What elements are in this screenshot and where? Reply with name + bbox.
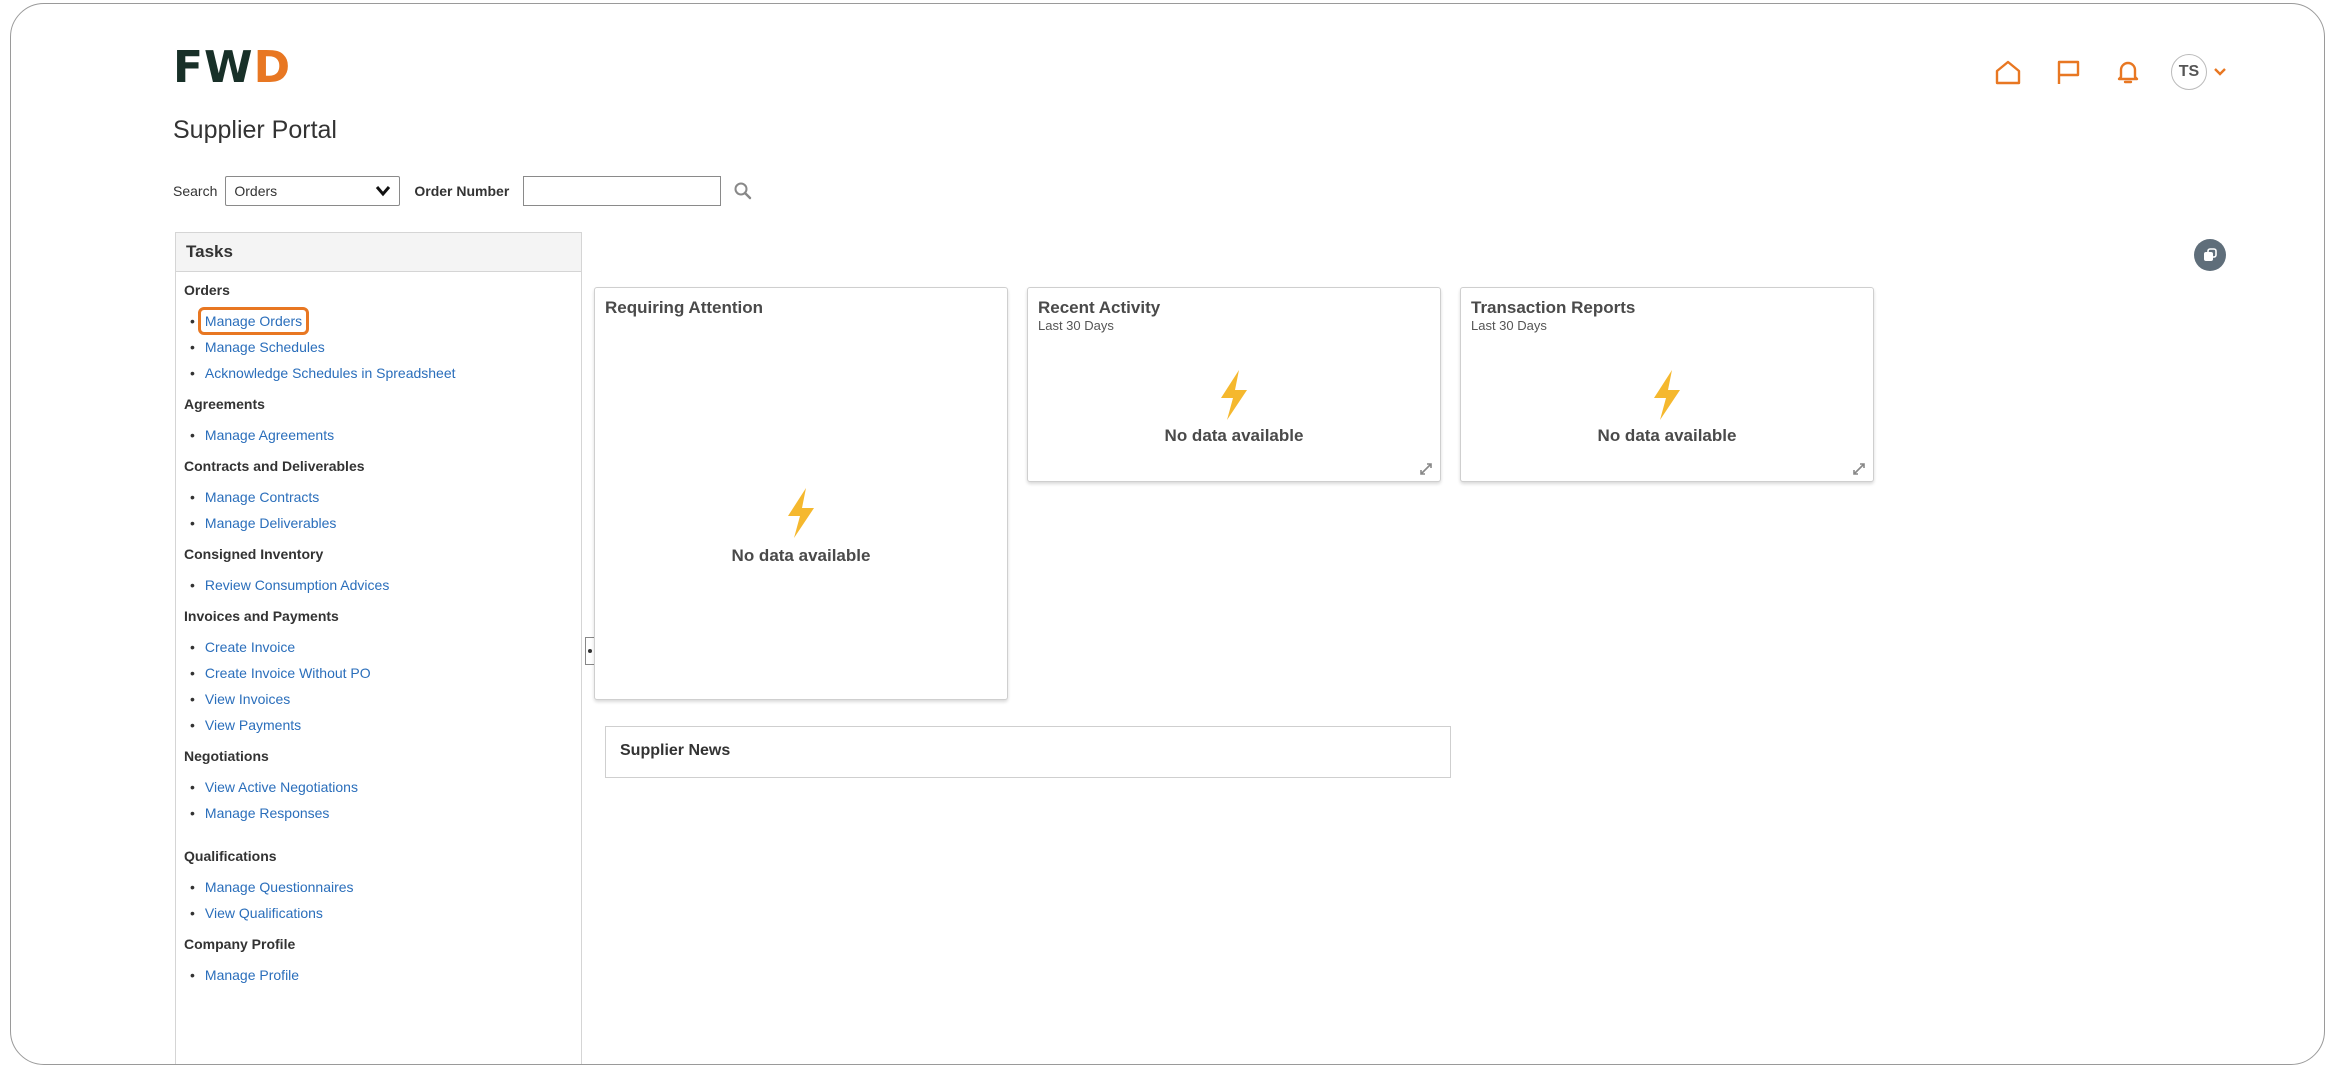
- lightning-icon: [788, 488, 814, 538]
- task-link-manage-agreements[interactable]: Manage Agreements: [190, 422, 581, 448]
- task-link-manage-questionnaires[interactable]: Manage Questionnaires: [190, 874, 581, 900]
- tile-title: Recent Activity: [1038, 298, 1161, 317]
- task-list: Manage Agreements: [176, 422, 581, 448]
- flag-icon[interactable]: [2051, 55, 2085, 89]
- task-list: Create Invoice Create Invoice Without PO…: [176, 634, 581, 738]
- task-link-create-invoice-without-po[interactable]: Create Invoice Without PO: [190, 660, 581, 686]
- task-section-title: Qualifications: [184, 848, 277, 864]
- task-link-review-consumption-advices[interactable]: Review Consumption Advices: [190, 572, 581, 598]
- task-section-title: Agreements: [184, 396, 265, 412]
- window-frame: FWD TS Supplier Portal Search Orders Ord…: [10, 3, 2325, 1065]
- tasks-panel-title: Tasks: [176, 233, 581, 272]
- expand-icon[interactable]: [1851, 461, 1867, 477]
- expand-icon[interactable]: [1418, 461, 1434, 477]
- empty-state-text: No data available: [1597, 426, 1737, 445]
- task-link-manage-orders[interactable]: Manage Orders: [190, 307, 581, 335]
- task-link-manage-contracts[interactable]: Manage Contracts: [190, 484, 581, 510]
- task-link-manage-schedules[interactable]: Manage Schedules: [190, 334, 581, 360]
- task-link-manage-deliverables[interactable]: Manage Deliverables: [190, 510, 581, 536]
- task-section-title: Consigned Inventory: [184, 546, 324, 562]
- task-list: Manage Profile: [176, 962, 581, 988]
- avatar: TS: [2171, 54, 2207, 90]
- tile-recent-activity[interactable]: Recent Activity Last 30 Days No data ava…: [1027, 287, 1441, 482]
- global-header-actions: TS: [1991, 54, 2227, 90]
- tasks-panel: Tasks Orders Manage Orders Manage Schedu…: [175, 232, 582, 1064]
- search-icon[interactable]: [729, 177, 757, 205]
- tile-subtitle: Last 30 Days: [1038, 318, 1114, 333]
- task-section-title: Company Profile: [184, 936, 296, 952]
- task-section-title: Negotiations: [184, 748, 269, 764]
- task-section-title: Invoices and Payments: [184, 608, 339, 624]
- tile-title: Requiring Attention: [605, 298, 764, 317]
- bell-icon[interactable]: [2111, 55, 2145, 89]
- chevron-down-icon: [376, 186, 391, 197]
- tile-transaction-reports[interactable]: Transaction Reports Last 30 Days No data…: [1460, 287, 1874, 482]
- order-number-input[interactable]: [523, 176, 722, 206]
- task-list: View Active Negotiations Manage Response…: [176, 774, 581, 826]
- search-bar: Search Orders Order Number: [173, 174, 757, 208]
- tile-subtitle: Last 30 Days: [1471, 318, 1547, 333]
- empty-state-text: No data available: [731, 546, 871, 565]
- search-scope-select[interactable]: Orders: [225, 176, 401, 206]
- personalize-icon[interactable]: [2194, 239, 2226, 271]
- task-link-view-payments[interactable]: View Payments: [190, 712, 581, 738]
- task-section-title: Orders: [184, 282, 230, 298]
- lightning-icon: [1654, 370, 1680, 420]
- supplier-news-title: Supplier News: [620, 742, 731, 759]
- chevron-down-icon: [2214, 68, 2226, 76]
- task-link-manage-profile[interactable]: Manage Profile: [190, 962, 581, 988]
- tile-requiring-attention[interactable]: Requiring Attention No data available: [594, 287, 1008, 700]
- empty-state-text: No data available: [1164, 426, 1304, 445]
- task-list: Manage Questionnaires View Qualification…: [176, 874, 581, 926]
- task-section-title: Contracts and Deliverables: [184, 458, 365, 474]
- task-link-manage-responses[interactable]: Manage Responses: [190, 800, 581, 826]
- order-number-label: Order Number: [414, 183, 510, 199]
- task-link-view-qualifications[interactable]: View Qualifications: [190, 900, 581, 926]
- task-link-create-invoice[interactable]: Create Invoice: [190, 634, 581, 660]
- home-icon[interactable]: [1991, 55, 2025, 89]
- task-list: Manage Orders Manage Schedules Acknowled…: [176, 307, 581, 386]
- user-menu[interactable]: TS: [2171, 54, 2227, 90]
- page-title: Supplier Portal: [173, 116, 337, 144]
- task-list: Review Consumption Advices: [176, 572, 581, 598]
- fwd-logo: FWD: [173, 42, 292, 93]
- task-link-view-invoices[interactable]: View Invoices: [190, 686, 581, 712]
- supplier-news-panel: Supplier News: [605, 726, 1451, 778]
- tile-title: Transaction Reports: [1471, 298, 1636, 317]
- lightning-icon: [1221, 370, 1247, 420]
- task-link-view-active-negotiations[interactable]: View Active Negotiations: [190, 774, 581, 800]
- task-link-acknowledge-schedules[interactable]: Acknowledge Schedules in Spreadsheet: [190, 360, 581, 386]
- search-label: Search: [173, 183, 218, 199]
- task-list: Manage Contracts Manage Deliverables: [176, 484, 581, 536]
